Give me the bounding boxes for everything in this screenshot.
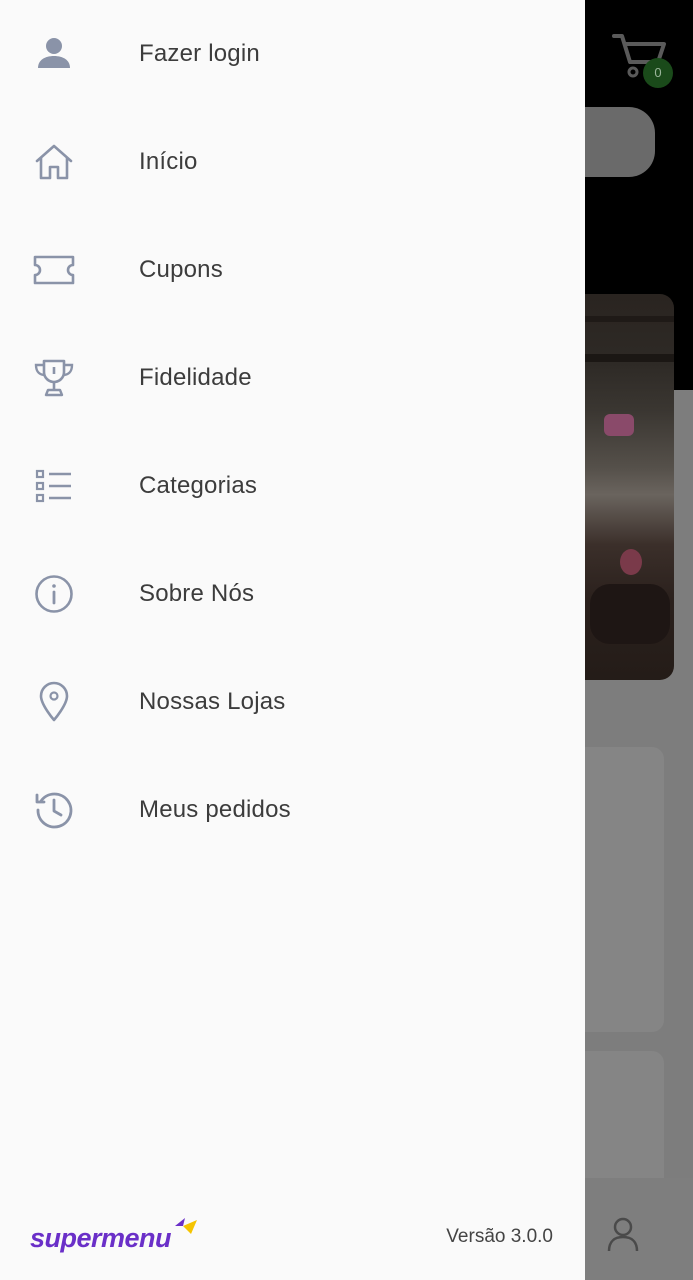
- drawer-item-label: Categorias: [139, 472, 258, 499]
- drawer-item-label: Sobre Nós: [139, 580, 255, 607]
- info-icon: [30, 570, 78, 618]
- drawer-item-label: Nossas Lojas: [139, 688, 286, 715]
- cart-count-badge: 0: [643, 58, 673, 88]
- drawer-item-meus-pedidos[interactable]: Meus pedidos: [0, 756, 585, 864]
- drawer-item-cupons[interactable]: Cupons: [0, 216, 585, 324]
- trophy-icon: [30, 354, 78, 402]
- list-icon: [30, 462, 78, 510]
- drawer-item-label: Fidelidade: [139, 364, 252, 391]
- drawer-item-sobre-nos[interactable]: Sobre Nós: [0, 540, 585, 648]
- profile-icon: [604, 1215, 642, 1253]
- drawer-item-label: Início: [139, 148, 198, 175]
- drawer-item-nossas-lojas[interactable]: Nossas Lojas: [0, 648, 585, 756]
- location-pin-icon: [30, 678, 78, 726]
- home-icon: [30, 138, 78, 186]
- brand-name: supermenu: [30, 1222, 172, 1253]
- drawer-item-inicio[interactable]: Início: [0, 108, 585, 216]
- drawer-item-login[interactable]: Fazer login: [0, 0, 585, 108]
- history-icon: [30, 786, 78, 834]
- navigation-drawer: Fazer login Início Cupons Fidelidade Cat…: [0, 0, 585, 1280]
- bird-logo-icon: [173, 1216, 199, 1242]
- supermenu-logo: supermenu: [30, 1218, 199, 1258]
- drawer-item-fidelidade[interactable]: Fidelidade: [0, 324, 585, 432]
- drawer-item-label: Fazer login: [139, 40, 260, 67]
- user-icon: [30, 30, 78, 78]
- app-version: Versão 3.0.0: [446, 1226, 553, 1247]
- drawer-item-label: Cupons: [139, 256, 223, 283]
- ticket-icon: [30, 246, 78, 294]
- drawer-item-categorias[interactable]: Categorias: [0, 432, 585, 540]
- drawer-item-label: Meus pedidos: [139, 796, 291, 823]
